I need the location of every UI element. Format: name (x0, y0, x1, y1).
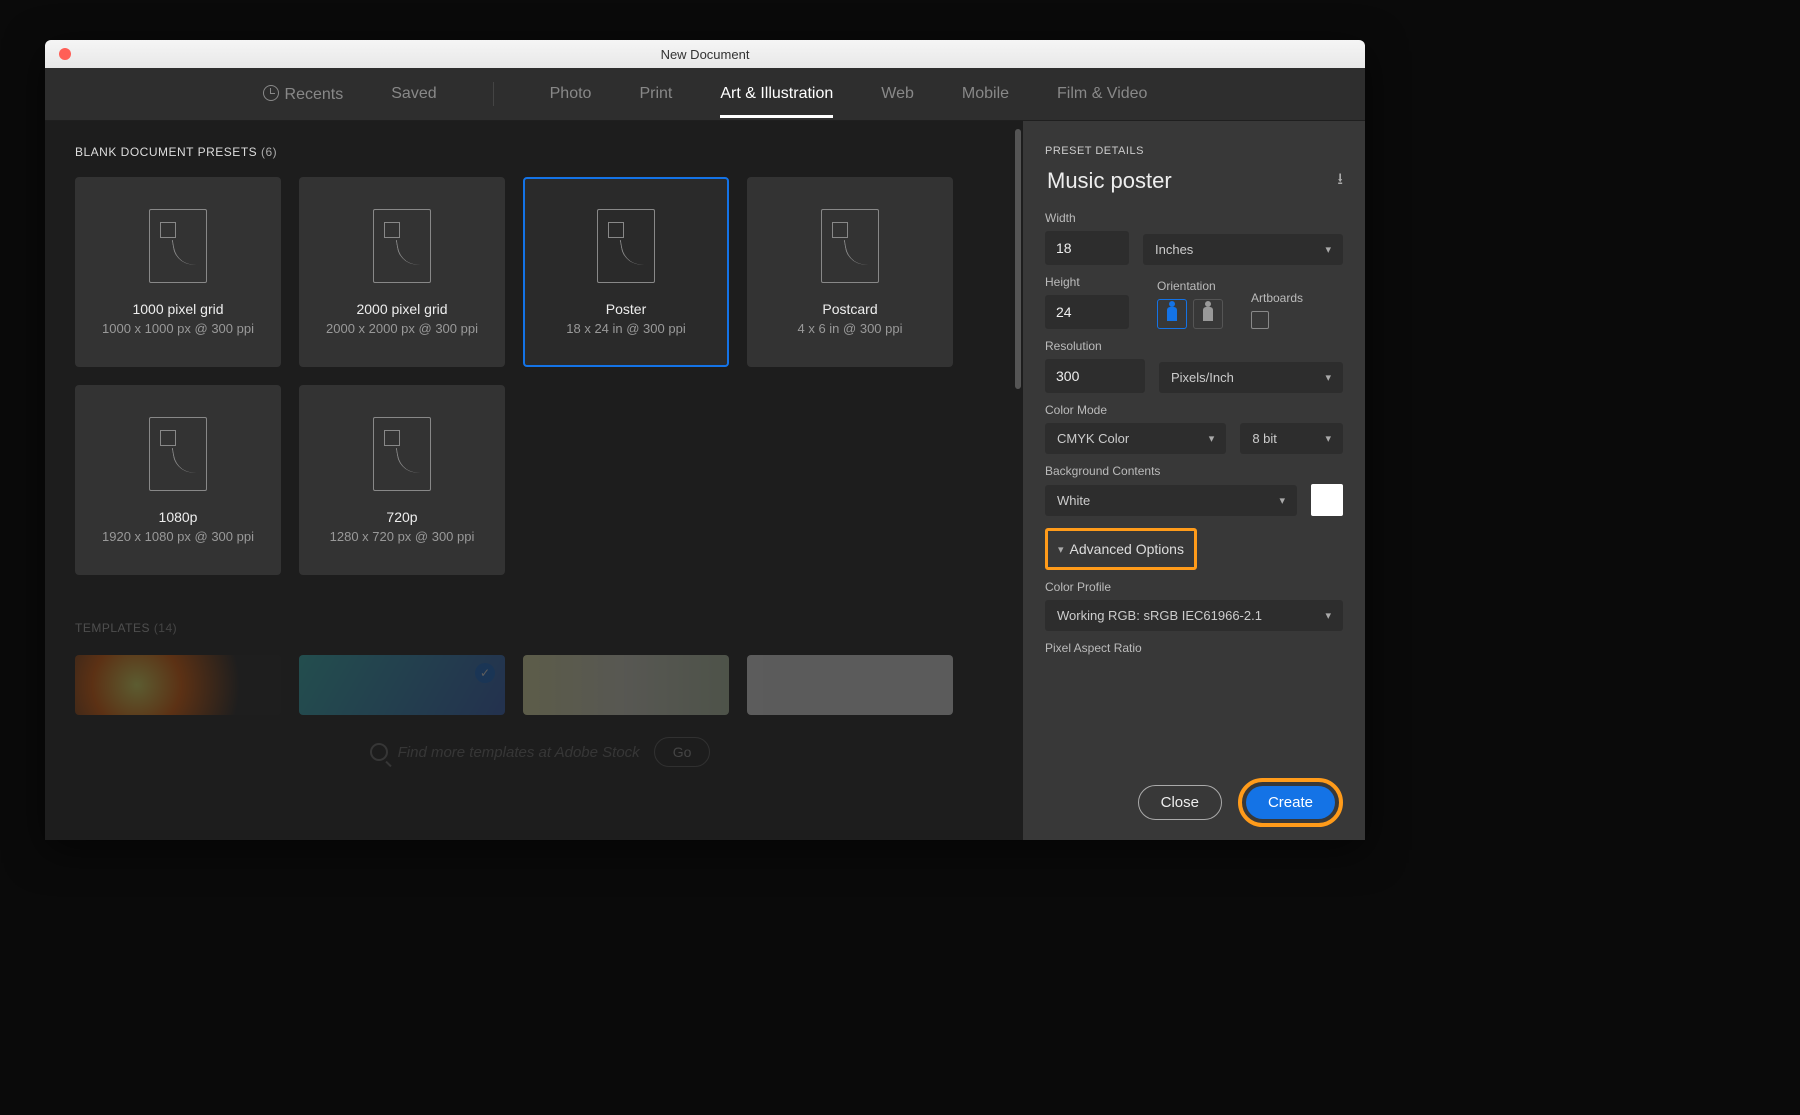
templates-section: TEMPLATES (14) ✓ Find more templates at … (75, 621, 1005, 767)
preset-title: 1000 pixel grid (132, 301, 223, 317)
resolution-input[interactable] (1045, 359, 1145, 393)
resolution-label: Resolution (1045, 339, 1343, 353)
document-icon (373, 209, 431, 283)
preset-subtitle: 2000 x 2000 px @ 300 ppi (326, 321, 478, 336)
document-icon (373, 417, 431, 491)
preset-subtitle: 4 x 6 in @ 300 ppi (798, 321, 903, 336)
presets-panel: BLANK DOCUMENT PRESETS (6) 1000 pixel gr… (45, 121, 1023, 840)
preset-postcard[interactable]: Postcard 4 x 6 in @ 300 ppi (747, 177, 953, 367)
presets-heading: BLANK DOCUMENT PRESETS (6) (75, 145, 1005, 159)
preset-1080p[interactable]: 1080p 1920 x 1080 px @ 300 ppi (75, 385, 281, 575)
chevron-down-icon: ▾ (1325, 243, 1331, 256)
preset-title: Poster (606, 301, 646, 317)
tab-art-illustration[interactable]: Art & Illustration (720, 71, 833, 117)
color-mode-label: Color Mode (1045, 403, 1343, 417)
document-icon (597, 209, 655, 283)
template-thumbnail[interactable] (523, 655, 729, 715)
color-profile-dropdown[interactable]: Working RGB: sRGB IEC61966-2.1▾ (1045, 600, 1343, 631)
person-icon (1203, 307, 1213, 321)
preset-title: 2000 pixel grid (356, 301, 447, 317)
preset-1000-pixel-grid[interactable]: 1000 pixel grid 1000 x 1000 px @ 300 ppi (75, 177, 281, 367)
advanced-options-highlight: ▾ Advanced Options (1045, 528, 1197, 570)
tab-mobile[interactable]: Mobile (962, 71, 1009, 117)
presets-count: (6) (261, 145, 277, 159)
checkmark-badge-icon: ✓ (475, 663, 495, 683)
artboards-label: Artboards (1251, 291, 1303, 305)
resolution-unit-dropdown[interactable]: Pixels/Inch▾ (1159, 362, 1343, 393)
preset-720p[interactable]: 720p 1280 x 720 px @ 300 ppi (299, 385, 505, 575)
preset-subtitle: 1280 x 720 px @ 300 ppi (330, 529, 475, 544)
stock-search-input[interactable]: Find more templates at Adobe Stock (370, 743, 640, 761)
width-label: Width (1045, 211, 1343, 225)
templates-heading: TEMPLATES (14) (75, 621, 1005, 635)
background-color-swatch[interactable] (1311, 484, 1343, 516)
color-mode-dropdown[interactable]: CMYK Color▾ (1045, 423, 1226, 454)
preset-title: Postcard (822, 301, 877, 317)
search-placeholder: Find more templates at Adobe Stock (398, 744, 640, 761)
tab-print[interactable]: Print (639, 71, 672, 117)
templates-count: (14) (154, 621, 177, 635)
tab-web[interactable]: Web (881, 71, 914, 117)
document-name-input[interactable] (1045, 167, 1289, 195)
chevron-down-icon: ▾ (1279, 494, 1285, 507)
create-button-highlight: Create (1238, 778, 1343, 827)
pixel-aspect-label: Pixel Aspect Ratio (1045, 641, 1343, 655)
preset-subtitle: 18 x 24 in @ 300 ppi (566, 321, 685, 336)
preset-title: 720p (386, 509, 417, 525)
chevron-down-icon: ▾ (1325, 371, 1331, 384)
details-heading: PRESET DETAILS (1045, 145, 1343, 157)
color-profile-label: Color Profile (1045, 580, 1343, 594)
preset-subtitle: 1920 x 1080 px @ 300 ppi (102, 529, 254, 544)
clock-icon (263, 85, 279, 101)
go-button[interactable]: Go (654, 737, 711, 767)
height-input[interactable] (1045, 295, 1129, 329)
chevron-down-icon: ▾ (1058, 543, 1064, 556)
document-icon (149, 417, 207, 491)
tab-photo[interactable]: Photo (550, 71, 592, 117)
tab-separator (493, 82, 494, 106)
new-document-window: New Document Recents Saved Photo Print A… (45, 40, 1365, 840)
create-button[interactable]: Create (1246, 786, 1335, 819)
window-title: New Document (45, 47, 1365, 62)
template-thumbnail[interactable] (75, 655, 281, 715)
tab-saved[interactable]: Saved (391, 71, 436, 117)
document-icon (821, 209, 879, 283)
units-dropdown[interactable]: Inches▾ (1143, 234, 1343, 265)
template-thumbnail[interactable] (747, 655, 953, 715)
height-label: Height (1045, 275, 1129, 289)
preset-subtitle: 1000 x 1000 px @ 300 ppi (102, 321, 254, 336)
background-label: Background Contents (1045, 464, 1343, 478)
chevron-down-icon: ▾ (1325, 609, 1331, 622)
chevron-down-icon: ▾ (1325, 432, 1331, 445)
save-preset-icon[interactable]: ⭳ (1337, 168, 1343, 195)
chevron-down-icon: ▾ (1209, 432, 1215, 445)
background-dropdown[interactable]: White▾ (1045, 485, 1297, 516)
preset-2000-pixel-grid[interactable]: 2000 pixel grid 2000 x 2000 px @ 300 ppi (299, 177, 505, 367)
scrollbar[interactable] (1015, 129, 1021, 389)
preset-details-panel: PRESET DETAILS ⭳ Width Inches▾ Height Or… (1023, 121, 1365, 840)
category-tabs: Recents Saved Photo Print Art & Illustra… (45, 68, 1365, 121)
preset-poster[interactable]: Poster 18 x 24 in @ 300 ppi (523, 177, 729, 367)
tab-film-video[interactable]: Film & Video (1057, 71, 1147, 117)
orientation-landscape-button[interactable] (1193, 299, 1223, 329)
advanced-options-toggle[interactable]: ▾ Advanced Options (1052, 533, 1190, 565)
tab-recents[interactable]: Recents (263, 71, 344, 118)
orientation-label: Orientation (1157, 279, 1223, 293)
document-icon (149, 209, 207, 283)
template-thumbnail[interactable]: ✓ (299, 655, 505, 715)
bit-depth-dropdown[interactable]: 8 bit▾ (1240, 423, 1343, 454)
search-icon (370, 743, 388, 761)
titlebar: New Document (45, 40, 1365, 68)
close-window-icon[interactable] (59, 48, 71, 60)
width-input[interactable] (1045, 231, 1129, 265)
close-button[interactable]: Close (1138, 785, 1222, 820)
preset-title: 1080p (159, 509, 198, 525)
artboards-checkbox[interactable] (1251, 311, 1269, 329)
orientation-portrait-button[interactable] (1157, 299, 1187, 329)
person-icon (1167, 307, 1177, 321)
